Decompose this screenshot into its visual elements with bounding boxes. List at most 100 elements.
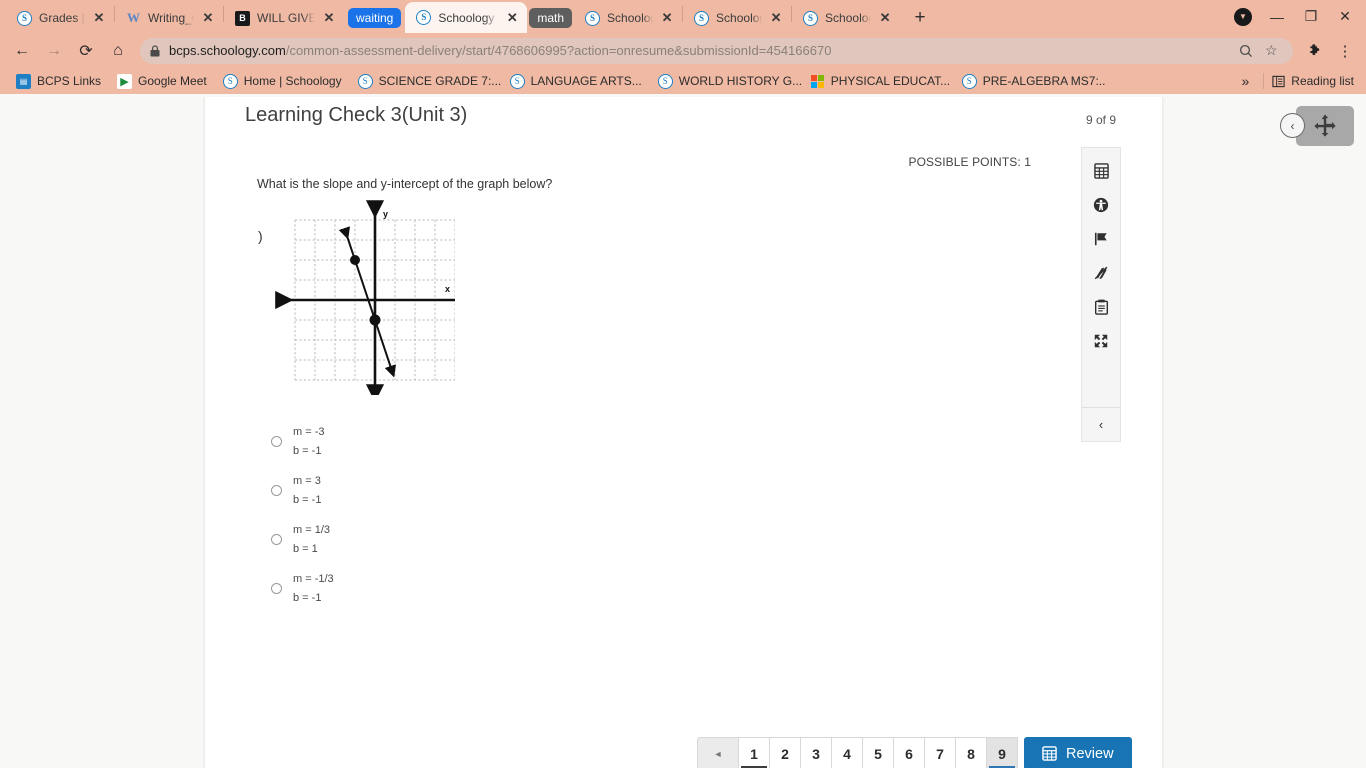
pagination-page-3[interactable]: 3: [801, 737, 832, 768]
close-icon[interactable]: ✕: [505, 10, 519, 25]
pagination-page-4[interactable]: 4: [832, 737, 863, 768]
close-icon[interactable]: ✕: [322, 10, 336, 25]
pagination-prev-button[interactable]: ◄: [697, 737, 739, 768]
option-line-2: b = 1: [293, 543, 318, 555]
microsoft-icon: [810, 74, 825, 89]
svg-text:x: x: [445, 284, 450, 294]
close-icon[interactable]: ✕: [660, 10, 674, 25]
float-collapse-button[interactable]: ‹: [1280, 113, 1305, 138]
minimize-button[interactable]: —: [1260, 0, 1294, 33]
browser-tab-schoology-3[interactable]: S Schoology ✕: [683, 3, 791, 33]
reading-list-label: Reading list: [1291, 74, 1354, 88]
pagination-page-9[interactable]: 9: [987, 737, 1018, 768]
fullscreen-icon[interactable]: [1081, 324, 1121, 358]
word-doc-icon: W: [127, 10, 140, 25]
pagination-page-8[interactable]: 8: [956, 737, 987, 768]
answer-option-1[interactable]: m = -3 b = -1: [271, 417, 691, 466]
bookmarks-bar: ▤ BCPS Links ▶ Google Meet S Home | Scho…: [0, 68, 1366, 94]
forward-button[interactable]: →: [38, 36, 70, 66]
option-line-1: m = -1/3: [293, 573, 334, 585]
browser-menu-icon[interactable]: ⋮: [1330, 36, 1360, 66]
option-line-1: m = 3: [293, 475, 321, 487]
schoology-icon: S: [961, 73, 977, 89]
question-counter: 9 of 9: [1085, 113, 1116, 127]
floating-move-widget[interactable]: ‹: [1280, 106, 1354, 146]
browser-tab-math[interactable]: math: [527, 3, 574, 33]
assessment-panel: Learning Check 3(Unit 3) 9 of 9 POSSIBLE…: [204, 97, 1163, 768]
answer-option-2[interactable]: m = 3 b = -1: [271, 466, 691, 515]
schoology-icon: S: [509, 73, 525, 89]
radio-button[interactable]: [271, 485, 282, 496]
answer-option-4[interactable]: m = -1/3 b = -1: [271, 564, 691, 613]
rail-collapse-button[interactable]: ‹: [1081, 408, 1121, 441]
avatar-chevron-down-icon: ▼: [1234, 7, 1252, 26]
close-icon[interactable]: ✕: [92, 10, 106, 25]
search-zoom-icon[interactable]: [1239, 44, 1257, 58]
browser-tab-schoology-4[interactable]: S Schoology ✕: [792, 3, 900, 33]
strikethrough-icon[interactable]: [1081, 256, 1121, 290]
browser-tab-schoology-active[interactable]: S Schoology ✕: [405, 2, 528, 33]
flag-icon[interactable]: [1081, 222, 1121, 256]
pagination-page-6[interactable]: 6: [894, 737, 925, 768]
pagination-page-7[interactable]: 7: [925, 737, 956, 768]
pagination-page-2[interactable]: 2: [770, 737, 801, 768]
schoology-icon: S: [416, 10, 432, 25]
bookmark-pre-algebra[interactable]: S PRE-ALGEBRA MS7:...: [954, 72, 1106, 91]
url-path: /common-assessment-delivery/start/476860…: [285, 43, 832, 58]
graph-paren-label: ): [258, 228, 263, 244]
bookmarks-overflow-button[interactable]: »: [1236, 73, 1256, 89]
bookmark-language-arts[interactable]: S LANGUAGE ARTS...: [502, 72, 650, 91]
option-line-2: b = -1: [293, 592, 322, 604]
bookmark-google-meet[interactable]: ▶ Google Meet: [109, 72, 215, 91]
browser-tab-grades[interactable]: S Grades | Schoology ✕: [6, 3, 114, 33]
bookmarks-bar-right: » Reading list: [1236, 68, 1361, 94]
tab-title: Schoology: [825, 11, 871, 25]
url-text: bcps.schoology.com/common-assessment-del…: [169, 43, 1231, 58]
option-line-1: m = 1/3: [293, 524, 330, 536]
radio-button[interactable]: [271, 436, 282, 447]
question-text: What is the slope and y-intercept of the…: [257, 177, 553, 191]
window-controls: ▼ — ❐ ✕: [1226, 0, 1366, 33]
tab-title: Schoology: [607, 11, 653, 25]
calculator-icon[interactable]: [1081, 154, 1121, 188]
browser-tab-waiting[interactable]: waiting: [344, 3, 405, 33]
reading-list-button[interactable]: Reading list: [1272, 74, 1360, 88]
tab-title: Writing_Organizer: [148, 11, 194, 25]
option-line-2: b = -1: [293, 494, 322, 506]
pagination-page-5[interactable]: 5: [863, 737, 894, 768]
option-line-2: b = -1: [293, 445, 322, 457]
close-window-button[interactable]: ✕: [1328, 0, 1362, 33]
pagination-page-1[interactable]: 1: [739, 737, 770, 768]
bookmark-physical-education[interactable]: PHYSICAL EDUCAT...: [802, 72, 954, 91]
bookmark-world-history[interactable]: S WORLD HISTORY G...: [650, 72, 802, 91]
home-button[interactable]: ⌂: [102, 36, 134, 66]
new-tab-button[interactable]: +: [906, 4, 934, 32]
bookmark-star-icon[interactable]: ☆: [1265, 42, 1283, 59]
close-icon[interactable]: ✕: [769, 10, 783, 25]
close-icon[interactable]: ✕: [878, 10, 892, 25]
tab-strip: S Grades | Schoology ✕ W Writing_Organiz…: [0, 0, 1366, 33]
reload-button[interactable]: ⟳: [70, 36, 102, 66]
bookmark-bcps-links[interactable]: ▤ BCPS Links: [8, 72, 109, 91]
radio-button[interactable]: [271, 534, 282, 545]
restore-button[interactable]: ❐: [1294, 0, 1328, 33]
bookmark-science-grade-7[interactable]: S SCIENCE GRADE 7:...: [350, 72, 502, 91]
radio-button[interactable]: [271, 583, 282, 594]
close-icon[interactable]: ✕: [201, 10, 215, 25]
notepad-icon[interactable]: [1081, 290, 1121, 324]
back-button[interactable]: ←: [6, 36, 38, 66]
browser-tab-schoology-2[interactable]: S Schoology ✕: [574, 3, 682, 33]
extensions-puzzle-icon[interactable]: [1300, 36, 1330, 66]
accessibility-icon[interactable]: [1081, 188, 1121, 222]
review-button[interactable]: Review: [1024, 737, 1132, 768]
address-bar[interactable]: bcps.schoology.com/common-assessment-del…: [140, 37, 1293, 64]
assessment-tool-rail: ‹: [1081, 147, 1121, 442]
browser-tab-writing-organizer[interactable]: W Writing_Organizer ✕: [115, 3, 223, 33]
bookmark-home-schoology[interactable]: S Home | Schoology: [215, 72, 350, 91]
profile-avatar[interactable]: ▼: [1226, 0, 1260, 33]
browser-toolbar: ← → ⟳ ⌂ bcps.schoology.com/common-assess…: [0, 33, 1366, 68]
divider: [1263, 73, 1265, 89]
browser-tab-brainly[interactable]: B WILL GIVE BRAINLIEST ✕: [224, 3, 344, 33]
move-arrows-icon: [1314, 114, 1336, 137]
answer-option-3[interactable]: m = 1/3 b = 1: [271, 515, 691, 564]
